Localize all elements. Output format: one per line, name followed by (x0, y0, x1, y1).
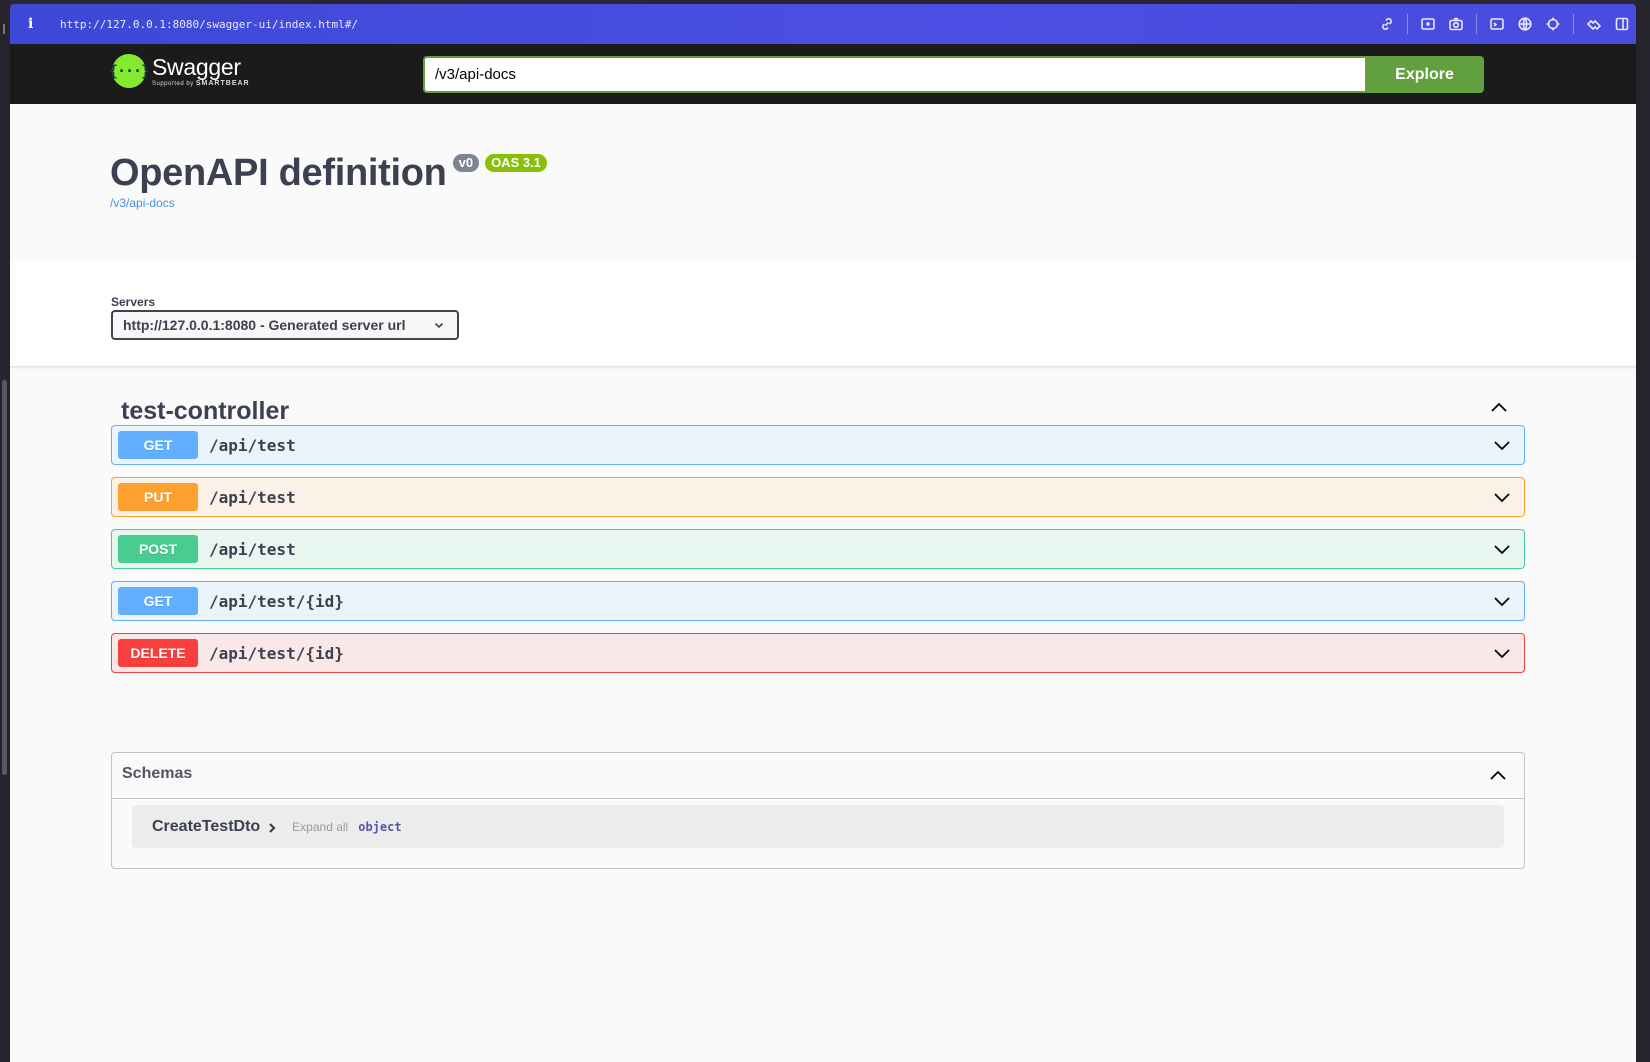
server-select-value: http://127.0.0.1:8080 - Generated server… (123, 317, 406, 333)
page-title: OpenAPI definition (110, 152, 447, 194)
browser-url[interactable]: http://127.0.0.1:8080/swagger-ui/index.h… (60, 18, 358, 31)
spec-link[interactable]: /v3/api-docs (110, 196, 175, 210)
server-select[interactable]: http://127.0.0.1:8080 - Generated server… (111, 310, 459, 340)
chevron-down-icon[interactable] (1492, 539, 1512, 559)
explore-button[interactable]: Explore (1365, 56, 1484, 93)
swagger-page: OpenAPI definition v0 OAS 3.1 /v3/api-do… (10, 104, 1636, 1062)
screenshot-area-icon[interactable] (1414, 4, 1442, 44)
toolbar-separator (1476, 14, 1477, 34)
terminal-icon[interactable] (1483, 4, 1511, 44)
method-badge: GET (118, 587, 198, 615)
swagger-logo-icon: {···} (109, 54, 150, 88)
schema-type: object (358, 819, 402, 834)
globe-icon[interactable] (1511, 4, 1539, 44)
logo-name: Swagger (152, 54, 241, 80)
browser-address-bar: i http://127.0.0.1:8080/swagger-ui/index… (10, 4, 1636, 44)
left-scrollbar[interactable] (2, 380, 7, 775)
toolbar-separator (1573, 14, 1574, 34)
chevron-up-icon[interactable] (1489, 398, 1509, 418)
swagger-topbar: {···} Swagger Supported by SMARTBEAR Exp… (10, 44, 1636, 104)
operation-get-api-test[interactable]: GET /api/test (111, 425, 1525, 465)
link-icon[interactable] (1373, 4, 1401, 44)
operation-delete-api-test-id[interactable]: DELETE /api/test/{id} (111, 633, 1525, 673)
window-edge-mark (3, 24, 7, 34)
method-badge: POST (118, 535, 198, 563)
operation-get-api-test-id[interactable]: GET /api/test/{id} (111, 581, 1525, 621)
operation-path: /api/test (209, 435, 296, 455)
operation-put-api-test[interactable]: PUT /api/test (111, 477, 1525, 517)
toolbar-separator (1407, 14, 1408, 34)
schemas-title: Schemas (122, 765, 193, 782)
camera-icon[interactable] (1442, 4, 1470, 44)
version-badge: v0 (452, 154, 480, 172)
chevron-right-icon[interactable] (266, 821, 278, 833)
spec-url-input[interactable] (423, 56, 1365, 93)
servers-section: Servers http://127.0.0.1:8080 - Generate… (10, 260, 1636, 367)
method-badge: GET (118, 431, 198, 459)
method-badge: DELETE (118, 639, 198, 667)
chevron-down-icon[interactable] (1492, 591, 1512, 611)
extension-icon[interactable] (1580, 4, 1608, 44)
left-window-edge (0, 0, 10, 1062)
operation-path: /api/test (209, 539, 296, 559)
chevron-down-icon[interactable] (1492, 435, 1512, 455)
info-icon[interactable]: i (28, 16, 46, 32)
logo-subtitle: Supported by SMARTBEAR (152, 80, 250, 87)
operation-path: /api/test (209, 487, 296, 507)
swagger-logo[interactable]: {···} Swagger Supported by SMARTBEAR (109, 54, 250, 88)
right-window-edge (1636, 0, 1650, 1062)
expand-all-button[interactable]: Expand all (292, 820, 348, 834)
schemas-header[interactable]: Schemas (112, 753, 1524, 799)
schema-item-createtestdto[interactable]: CreateTestDto Expand all object (132, 805, 1504, 848)
sidebar-icon[interactable] (1608, 4, 1636, 44)
chevron-down-icon (433, 318, 445, 330)
method-badge: PUT (118, 483, 198, 511)
crosshair-icon[interactable] (1539, 4, 1567, 44)
oas-version-badge: OAS 3.1 (485, 154, 547, 172)
chevron-down-icon[interactable] (1492, 643, 1512, 663)
chevron-down-icon[interactable] (1492, 487, 1512, 507)
operation-path: /api/test/{id} (209, 591, 344, 611)
servers-label: Servers (111, 295, 156, 309)
schemas-section: Schemas CreateTestDto Expand all object (111, 752, 1525, 869)
info-section: OpenAPI definition v0 OAS 3.1 /v3/api-do… (10, 104, 1636, 260)
chevron-up-icon[interactable] (1488, 766, 1508, 786)
operation-post-api-test[interactable]: POST /api/test (111, 529, 1525, 569)
browser-toolbar-icons (1373, 4, 1636, 44)
tag-name: test-controller (121, 397, 290, 425)
tag-header-test-controller[interactable]: test-controller (111, 386, 1525, 430)
schema-name[interactable]: CreateTestDto (152, 818, 260, 836)
operation-path: /api/test/{id} (209, 643, 344, 663)
